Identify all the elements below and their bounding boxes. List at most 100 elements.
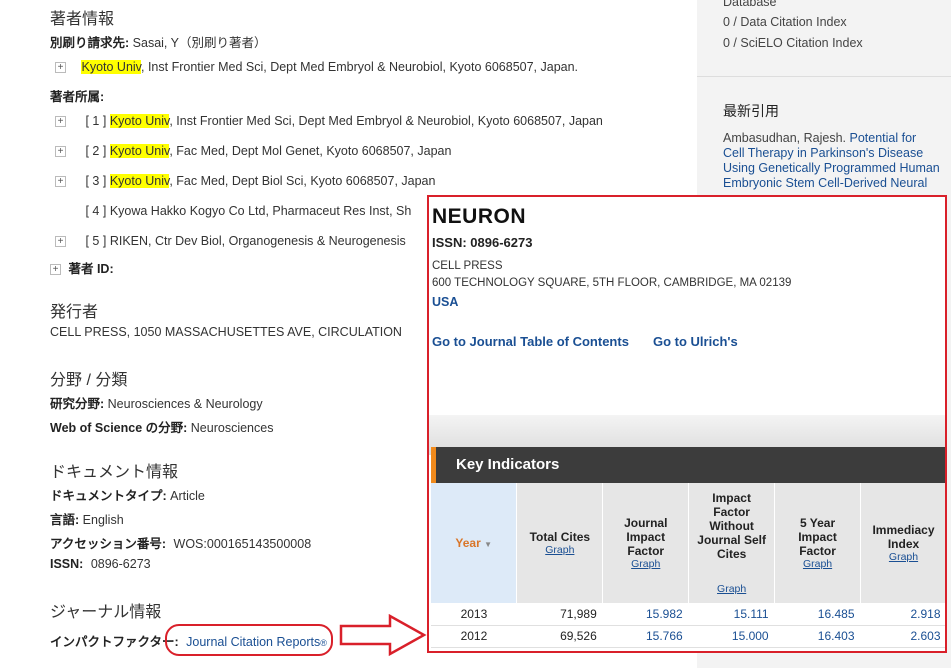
jif-cell[interactable]: 15.766 [602,625,689,648]
author-id-label: 著者 ID: [68,262,114,276]
jif-text: Journal Impact Factor [624,516,668,558]
affil-address: Kyowa Hakko Kogyo Co Ltd, Pharmaceut Res… [109,204,412,218]
expand-icon[interactable]: + [50,264,61,276]
five-year-if-header: 5 Year Impact Factor Graph [774,483,861,603]
affil-address: RIKEN, Ctr Dev Biol, Organogenesis & Neu… [109,234,406,248]
immediacy-cell[interactable]: 2.603 [860,625,945,648]
language-row: 言語: English [50,509,124,528]
latest-citations-heading: 最新引用 [723,103,779,119]
ulrichs-link[interactable]: Go to Ulrich's [653,334,738,349]
scielo-citation-count: 0 / SciELO Citation Index [723,36,863,50]
jif-wo-self-cell[interactable]: 15.000 [688,625,775,648]
affil-address: , Fac Med, Dept Biol Sci, Kyoto 6068507,… [169,174,436,188]
language-value: English [82,513,124,527]
expand-icon[interactable]: + [55,62,66,74]
key-indicators-title: Key Indicators [456,456,560,473]
accession-value: WOS:000165143500008 [173,537,312,551]
jif-header: Journal Impact Factor Graph [602,483,690,603]
affil-org: Kyoto Univ [109,144,170,158]
graph-link[interactable]: Graph [693,583,770,595]
affil-address: , Fac Med, Dept Mol Genet, Kyoto 6068507… [169,144,452,158]
reprint-org: Kyoto Univ [81,60,141,74]
citation-title-link[interactable]: Using Genetically Programmed Human [723,161,940,175]
affil-address: , Inst Frontier Med Sci, Dept Med Embryo… [169,114,603,128]
citation-title-link[interactable]: Embryonic Stem Cell-Derived Neural [723,176,927,190]
graph-link[interactable]: Graph [607,558,684,570]
key-indicators-table: Year ▼ Total Cites Graph Journal Impact … [431,483,945,648]
jif-wo-self-text: Impact Factor Without Journal Self Cites [697,491,766,561]
table-row: 2013 71,989 15.982 15.111 16.485 2.918 [431,603,945,626]
five-year-cell[interactable]: 16.485 [774,603,861,626]
author-id-row[interactable]: + 著者 ID: [50,258,114,277]
wos-category-row: Web of Science の分野: Neurosciences [50,417,273,436]
total-cites-cell: 71,989 [516,603,603,626]
journal-issn: ISSN: 0896-6273 [432,235,533,250]
total-cites-cell: 69,526 [516,625,603,648]
sidebar-database-label: Database [723,0,777,9]
annotation-oval [165,624,333,656]
affiliation-row-5: + [ 5 ] RIKEN, Ctr Dev Biol, Organogenes… [55,234,406,248]
jif-wo-self-cell[interactable]: 15.111 [688,603,775,626]
immediacy-text: Immediacy Index [872,523,935,551]
journal-publisher: CELL PRESS [432,260,503,272]
impact-factor-label: インパクトファクター: [50,635,179,649]
expand-icon[interactable]: + [55,236,66,248]
immediacy-cell[interactable]: 2.918 [860,603,945,626]
category-heading: 分野 / 分類 [50,372,128,389]
affil-org: Kyoto Univ [109,174,170,188]
research-area-label: 研究分野: [50,397,105,411]
doc-type-row: ドキュメントタイプ: Article [50,485,205,504]
affil-number: [ 4 ] [85,204,107,218]
immediacy-header: Immediacy Index Graph [860,483,945,603]
reprint-row: 別刷り請求先: Sasai, Y（別刷り著者） [50,32,266,51]
affiliation-row-3: + [ 3 ] Kyoto Univ, Fac Med, Dept Biol S… [55,174,435,188]
year-column-header[interactable]: Year ▼ [431,483,518,603]
affiliation-row-4: [ 4 ] Kyowa Hakko Kogyo Co Ltd, Pharmace… [55,204,411,218]
journal-name: NEURON [432,205,527,228]
journal-country: USA [432,295,459,309]
research-area-row: 研究分野: Neurosciences & Neurology [50,393,263,412]
year-cell: 2013 [431,603,517,626]
five-year-cell[interactable]: 16.403 [774,625,861,648]
citation-author: Ambasudhan, Rajesh. [723,131,846,145]
doc-type-label: ドキュメントタイプ: [50,489,167,503]
graph-link[interactable]: Graph [521,544,598,556]
jif-without-self-header: Impact Factor Without Journal Self Cites… [688,483,776,603]
total-cites-text: Total Cites [529,530,591,544]
document-heading: ドキュメント情報 [50,464,179,481]
year-cell: 2012 [431,625,517,648]
affil-number: [ 1 ] [85,114,107,128]
research-area-value: Neurosciences & Neurology [107,397,263,411]
sidebar-divider [697,76,951,77]
wos-category-label: Web of Science の分野: [50,421,188,435]
affiliation-row-2: + [ 2 ] Kyoto Univ, Fac Med, Dept Mol Ge… [55,144,451,158]
expand-icon[interactable]: + [55,176,66,188]
total-cites-header: Total Cites Graph [516,483,604,603]
toc-link[interactable]: Go to Journal Table of Contents [432,334,629,349]
graph-link[interactable]: Graph [865,551,942,563]
five-year-text: 5 Year Impact Factor [798,516,837,558]
sort-down-icon: ▼ [484,540,492,549]
expand-icon[interactable]: + [55,146,66,158]
affil-org: Kyoto Univ [109,114,170,128]
publisher-heading: 発行者 [50,304,99,321]
reprint-label: 別刷り請求先: [50,36,130,50]
reprint-value: Sasai, Y（別刷り著者） [132,36,267,50]
graph-link[interactable]: Graph [779,558,856,570]
journal-address: 600 TECHNOLOGY SQUARE, 5TH FLOOR, CAMBRI… [432,277,792,289]
doc-type-value: Article [170,489,205,503]
citation-title-link[interactable]: Cell Therapy in Parkinson's Disease [723,146,923,160]
affil-number: [ 3 ] [85,174,107,188]
issn-label: ISSN: [50,557,84,571]
affil-number: [ 5 ] [85,234,107,248]
affiliation-row-1: + [ 1 ] Kyoto Univ, Inst Frontier Med Sc… [55,114,603,128]
table-row: 2012 69,526 15.766 15.000 16.403 2.603 [431,625,945,648]
reprint-address-row: + Kyoto Univ, Inst Frontier Med Sci, Dep… [55,60,578,74]
jif-cell[interactable]: 15.982 [602,603,689,626]
issn-row: ISSN: 0896-6273 [50,557,151,571]
data-citation-count: 0 / Data Citation Index [723,15,847,29]
citation-title-link[interactable]: Potential for [849,131,916,145]
expand-icon[interactable]: + [55,116,66,128]
affil-label-text: 著者所属: [50,90,105,104]
affiliation-label: 著者所属: [50,86,104,105]
